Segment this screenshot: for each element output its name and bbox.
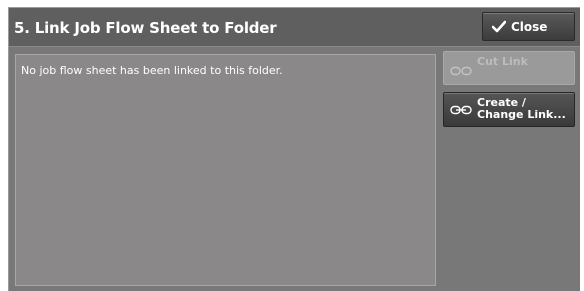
- checkmark-icon: [492, 20, 506, 33]
- change-link-label: Create / Change Link...: [477, 97, 566, 121]
- close-button[interactable]: Close: [482, 12, 575, 41]
- no-link-message: No job flow sheet has been linked to thi…: [21, 64, 283, 77]
- dialog-frame: 5. Link Job Flow Sheet to Folder Close N…: [8, 7, 580, 291]
- cut-link-label: Cut Link: [477, 55, 528, 68]
- change-link-button[interactable]: Create / Change Link...: [443, 92, 575, 127]
- change-link-label-line2: Change Link...: [477, 108, 566, 121]
- close-button-label: Close: [511, 20, 548, 34]
- title-bar: 5. Link Job Flow Sheet to Folder Close: [9, 8, 580, 47]
- page-title: 5. Link Job Flow Sheet to Folder: [14, 19, 277, 37]
- chain-link-icon: [450, 66, 472, 76]
- message-panel: No job flow sheet has been linked to thi…: [15, 54, 436, 286]
- cut-link-button[interactable]: Cut Link: [443, 51, 575, 85]
- chain-link-icon: [450, 105, 472, 115]
